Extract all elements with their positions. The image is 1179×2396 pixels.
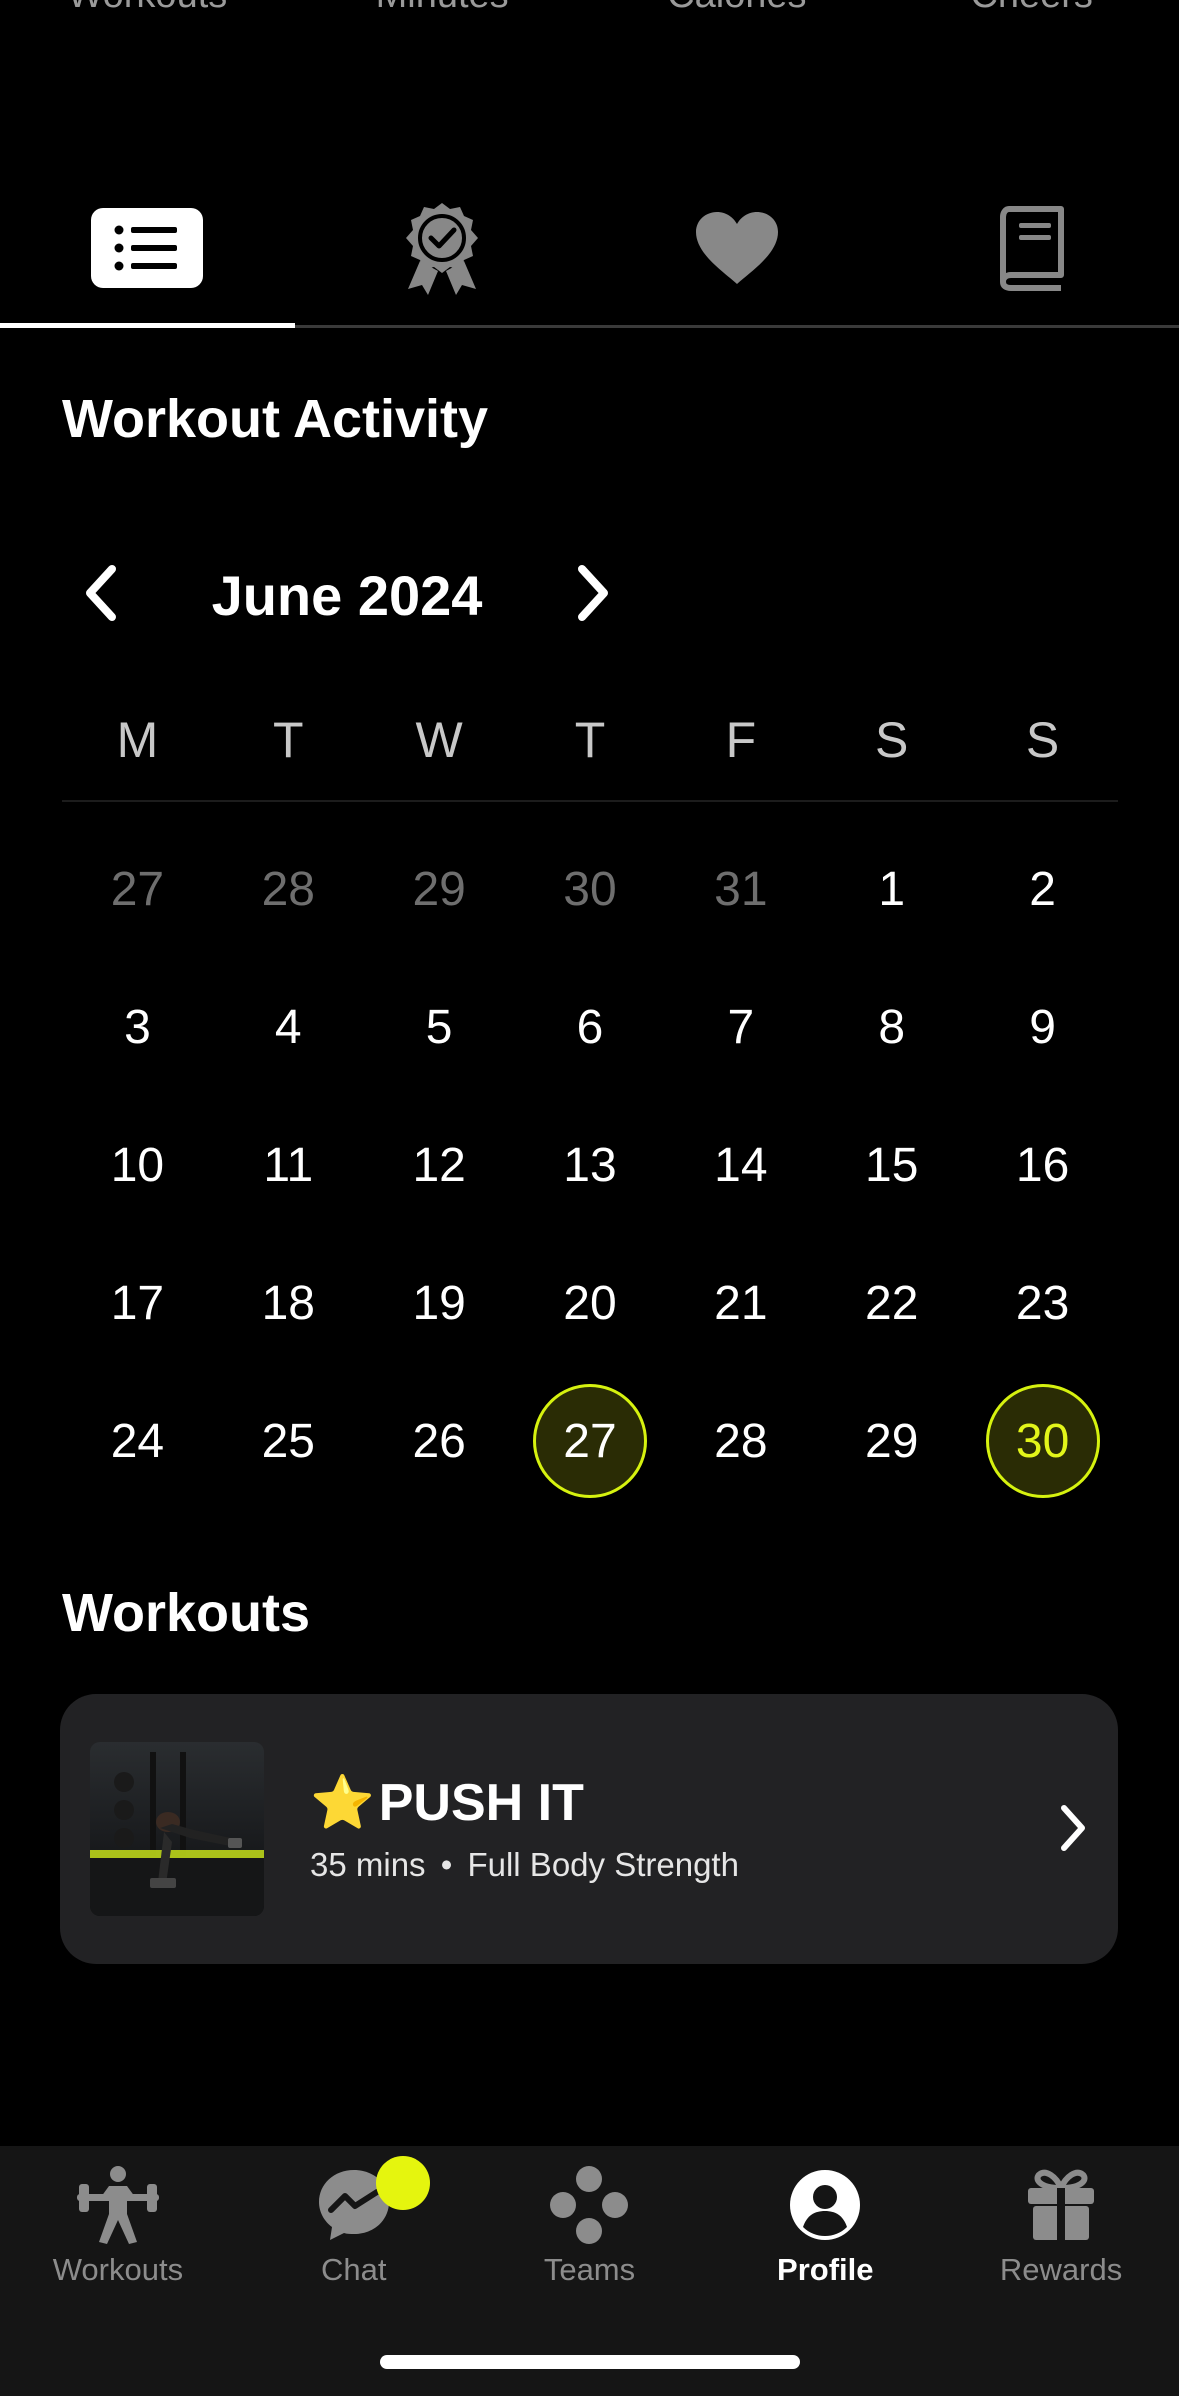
workout-meta: 35 mins • Full Body Strength [310,1846,739,1884]
calendar-day[interactable]: 29 [364,832,515,946]
weekday-label: S [875,712,909,768]
notification-dot [375,2156,430,2210]
calendar-day[interactable]: 26 [364,1384,515,1498]
calendar-day[interactable]: 16 [967,1108,1118,1222]
calendar-week: 24 25 26 27 28 29 30 [62,1372,1118,1510]
calendar-header: June 2024 [62,555,632,635]
workouts-icon [73,2160,163,2250]
tabbar-label: Rewards [999,2252,1123,2287]
weekday-label: T [273,712,304,768]
stat-label-calories: Calories [590,0,885,20]
calendar-day[interactable]: 21 [665,1246,816,1360]
tab-journal[interactable] [884,170,1179,325]
weekday-label: F [725,712,757,768]
workout-name: ⭐ PUSH IT [310,1772,584,1833]
tab-activity[interactable] [0,170,295,328]
tabbar-label: Chat [320,2252,387,2287]
calendar-day[interactable]: 13 [515,1108,666,1222]
weekday-label: S [1025,712,1060,768]
calendar-day[interactable]: 2 [967,832,1118,946]
home-indicator [380,2355,800,2369]
tabbar-label: Profile [777,2252,874,2287]
calendar-day[interactable]: 9 [967,970,1118,1084]
meta-separator: • [440,1846,453,1883]
calendar-day[interactable]: 31 [665,832,816,946]
calendar-grid: 27 28 29 30 31 1 2 3 4 5 6 7 8 9 10 11 1… [62,820,1118,1510]
stat-label-minutes: Minutes [295,0,590,20]
workout-thumbnail [90,1742,264,1916]
weekday-label: W [415,712,463,768]
calendar-week: 17 18 19 20 21 22 23 [62,1234,1118,1372]
calendar-day[interactable]: 23 [967,1246,1118,1360]
calendar-day[interactable]: 1 [816,832,967,946]
calendar-day[interactable]: 20 [515,1246,666,1360]
workout-name-label: PUSH IT [378,1773,584,1832]
book-icon [997,205,1067,291]
workout-activity-title: Workout Activity [62,389,489,449]
heart-icon [694,210,780,286]
stat-label-cheers: Cheers [884,0,1179,20]
next-month-button[interactable] [552,555,632,635]
rewards-icon [1016,2160,1106,2250]
chevron-right-icon [572,564,612,626]
weekday-header: M T W T F S S [62,705,1118,802]
calendar-day[interactable]: 10 [62,1108,213,1222]
stat-label-workouts: Workouts [0,0,295,20]
calendar-day[interactable]: 27 [62,832,213,946]
teams-icon [544,2160,634,2250]
calendar-month-label: June 2024 [211,563,483,627]
calendar-week: 3 4 5 6 7 8 9 [62,958,1118,1096]
calendar-day[interactable]: 30 [515,832,666,946]
workout-category: Full Body Strength [467,1846,739,1883]
calendar-day[interactable]: 5 [364,970,515,1084]
calendar-day[interactable]: 22 [816,1246,967,1360]
profile-tabs [0,170,1179,328]
workouts-title: Workouts [62,1583,311,1643]
calendar-day[interactable]: 29 [816,1384,967,1498]
calendar-day[interactable]: 28 [213,832,364,946]
calendar-day[interactable]: 28 [665,1384,816,1498]
list-icon [91,207,204,288]
profile-icon [780,2160,870,2250]
star-icon: ⭐ [310,1774,375,1832]
calendar-day[interactable]: 14 [665,1108,816,1222]
calendar-day[interactable]: 15 [816,1108,967,1222]
calendar-day[interactable]: 18 [213,1246,364,1360]
tab-achievements[interactable] [295,170,590,325]
tab-favorites[interactable] [590,170,885,325]
weekday-label: M [116,712,159,768]
calendar-day-today[interactable]: 30 [967,1384,1118,1498]
calendar-day[interactable]: 6 [515,970,666,1084]
calendar-day[interactable]: 7 [665,970,816,1084]
tabbar-label: Teams [543,2252,636,2287]
badge-icon [400,201,484,295]
calendar-day-workout[interactable]: 27 [515,1384,666,1498]
chevron-right-icon [1058,1804,1088,1857]
prev-month-button[interactable] [62,555,142,635]
weekday-label: T [574,712,606,768]
workout-duration: 35 mins [310,1846,426,1883]
calendar-day[interactable]: 8 [816,970,967,1084]
tabbar-label: Workouts [52,2252,184,2287]
calendar-week: 10 11 12 13 14 15 16 [62,1096,1118,1234]
calendar-day[interactable]: 24 [62,1384,213,1498]
tabbar-item-workouts[interactable]: Workouts [0,2146,236,2396]
stats-row: Workouts Minutes Calories Cheers [0,0,1179,20]
calendar-day[interactable]: 17 [62,1246,213,1360]
calendar-day[interactable]: 3 [62,970,213,1084]
chevron-left-icon [82,564,122,626]
tabbar-item-rewards[interactable]: Rewards [943,2146,1179,2396]
calendar-week: 27 28 29 30 31 1 2 [62,820,1118,958]
calendar-day[interactable]: 25 [213,1384,364,1498]
workout-card[interactable]: ⭐ PUSH IT 35 mins • Full Body Strength [60,1694,1118,1964]
calendar-day[interactable]: 12 [364,1108,515,1222]
calendar-day[interactable]: 19 [364,1246,515,1360]
calendar-day[interactable]: 4 [213,970,364,1084]
calendar-day[interactable]: 11 [213,1108,364,1222]
